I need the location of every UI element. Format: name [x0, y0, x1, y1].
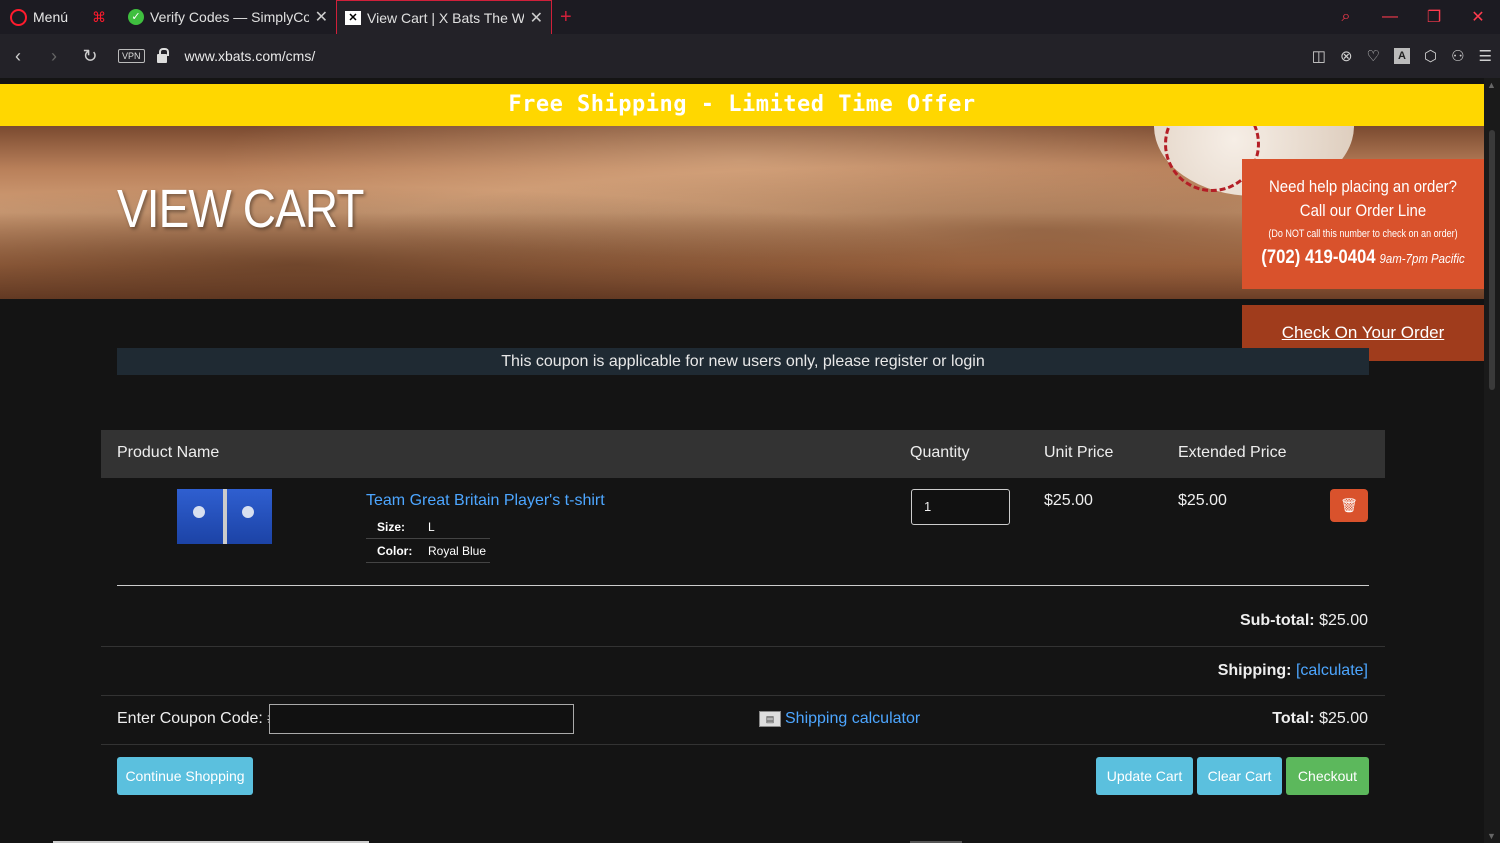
row-divider: [101, 744, 1385, 745]
cart-table-header: Product Name Quantity Unit Price Extende…: [101, 430, 1385, 478]
coupon-notice: This coupon is applicable for new users …: [117, 348, 1369, 375]
browser-tab-strip: Menú ⌘ ✓ Verify Codes — SimplyCodes ✕ ✕ …: [0, 0, 1500, 34]
size-key: Size:: [377, 520, 406, 534]
easy-setup-icon[interactable]: ☰: [1479, 47, 1492, 65]
clear-cart-button[interactable]: Clear Cart: [1197, 757, 1282, 795]
header-extended-price: Extended Price: [1178, 444, 1287, 461]
quantity-input[interactable]: 1: [911, 489, 1010, 525]
checkout-button[interactable]: Checkout: [1286, 757, 1369, 795]
total-row: Total: $25.00: [1272, 710, 1368, 728]
close-icon[interactable]: ✕: [315, 7, 328, 27]
back-arrow-icon[interactable]: ‹: [0, 46, 36, 67]
restore-icon[interactable]: ❐: [1412, 7, 1456, 27]
subtotal-row: Sub-total: $25.00: [1240, 612, 1368, 630]
row-divider: [101, 695, 1385, 696]
extended-price: $25.00: [1178, 492, 1227, 509]
tab-title: View Cart | X Bats The World: [367, 9, 524, 26]
unit-price: $25.00: [1044, 492, 1093, 509]
shirt-front-image: [177, 489, 223, 544]
tab-view-cart[interactable]: ✕ View Cart | X Bats The World ✕: [336, 0, 553, 34]
calculator-icon: ▤: [759, 711, 781, 727]
heart-icon[interactable]: ♡: [1367, 47, 1380, 65]
url-field[interactable]: www.xbats.com/cms/: [185, 48, 316, 64]
shirt-back-image: [226, 489, 272, 544]
page-scrollbar[interactable]: ▲ ▼: [1484, 78, 1500, 843]
user-icon[interactable]: ⚇: [1451, 47, 1464, 65]
update-cart-button[interactable]: Update Cart: [1096, 757, 1193, 795]
ad-block-icon[interactable]: ⊗: [1340, 47, 1353, 65]
forward-arrow-icon[interactable]: ›: [36, 46, 72, 67]
coupon-label: Enter Coupon Code: #: [117, 710, 277, 727]
opera-logo-icon: [10, 8, 27, 26]
check-order-link[interactable]: Check On Your Order: [1282, 323, 1445, 342]
coupon-code-input[interactable]: [269, 704, 574, 734]
promo-banner: Free Shipping - Limited Time Offer: [0, 84, 1484, 126]
header-unit-price: Unit Price: [1044, 444, 1114, 461]
product-thumbnail[interactable]: [177, 489, 272, 544]
scroll-down-icon[interactable]: ▼: [1487, 831, 1496, 841]
shipping-row: Shipping: [calculate]: [1218, 662, 1368, 680]
close-window-icon[interactable]: ✕: [1456, 7, 1500, 27]
menu-label: Menú: [33, 9, 69, 25]
remove-item-button[interactable]: 🗑: [1330, 489, 1368, 522]
window-controls: ⌕ — ❐ ✕: [1324, 0, 1500, 34]
phone-row: (702) 419-0404 9am-7pm Pacific: [1257, 245, 1470, 272]
check-circle-icon: ✓: [128, 9, 145, 25]
help-line-2: Call our Order Line: [1299, 201, 1427, 220]
close-icon[interactable]: ✕: [530, 8, 543, 28]
box-icon[interactable]: ⬡: [1424, 47, 1437, 65]
product-size-row: Size: L: [366, 515, 490, 539]
subtotal-value: $25.00: [1319, 612, 1368, 629]
tab-verify-codes[interactable]: ✓ Verify Codes — SimplyCodes ✕: [120, 0, 336, 34]
order-hours: 9am-7pm Pacific: [1379, 251, 1465, 266]
product-color-row: Color: Royal Blue: [366, 539, 490, 563]
tab-title: Verify Codes — SimplyCodes: [150, 9, 309, 25]
subtotal-label: Sub-total:: [1239, 612, 1315, 629]
extension-icon[interactable]: A: [1393, 48, 1410, 64]
reload-icon[interactable]: ↻: [72, 46, 108, 67]
total-value: $25.00: [1319, 710, 1368, 727]
toolbar-icons: ◫ ⊗ ♡ A ⬡ ⚇ ☰: [1312, 34, 1492, 78]
row-divider: [101, 646, 1385, 647]
total-label: Total:: [1272, 710, 1315, 727]
trash-icon: 🗑: [1340, 497, 1358, 513]
item-divider: [117, 585, 1369, 586]
calculate-shipping-link[interactable]: [calculate]: [1296, 662, 1368, 679]
opera-menu-button[interactable]: Menú: [0, 0, 78, 34]
size-value: L: [428, 520, 435, 534]
page-content: Free Shipping - Limited Time Offer VIEW …: [0, 84, 1484, 843]
order-phone[interactable]: (702) 419-0404: [1261, 247, 1375, 268]
shipping-label: Shipping:: [1217, 662, 1292, 679]
scroll-up-icon[interactable]: ▲: [1487, 80, 1496, 90]
help-note: (Do NOT call this number to check on an …: [1268, 228, 1458, 240]
order-help-box: Need help placing an order? Call our Ord…: [1242, 159, 1484, 289]
minimize-icon[interactable]: —: [1368, 8, 1412, 26]
header-quantity: Quantity: [910, 444, 970, 461]
page-title: VIEW CART: [117, 179, 364, 239]
new-tab-plus-icon[interactable]: +: [560, 6, 572, 29]
help-line-1: Need help placing an order?: [1269, 177, 1457, 196]
xbats-favicon-icon: ✕: [345, 10, 362, 25]
color-key: Color:: [377, 544, 413, 558]
shipping-calculator-link[interactable]: ▤ Shipping calculator: [759, 710, 920, 728]
search-icon[interactable]: ⌕: [1324, 8, 1368, 26]
cart-body: Team Great Britain Player's t-shirt Size…: [101, 478, 1385, 843]
shipping-calculator-label: Shipping calculator: [785, 710, 921, 727]
scroll-thumb[interactable]: [1489, 130, 1495, 390]
color-value: Royal Blue: [428, 544, 487, 558]
continue-shopping-button[interactable]: Continue Shopping: [117, 757, 253, 795]
camera-icon[interactable]: ◫: [1312, 47, 1326, 65]
header-product-name: Product Name: [117, 444, 220, 461]
vpn-badge[interactable]: VPN: [118, 49, 145, 63]
lock-icon[interactable]: [156, 47, 169, 63]
product-name-link[interactable]: Team Great Britain Player's t-shirt: [366, 492, 605, 510]
address-bar: ‹ › ↻ VPN www.xbats.com/cms/ ◫ ⊗ ♡ A ⬡ ⚇…: [0, 34, 1500, 78]
gamepad-icon[interactable]: ⌘: [92, 9, 106, 26]
